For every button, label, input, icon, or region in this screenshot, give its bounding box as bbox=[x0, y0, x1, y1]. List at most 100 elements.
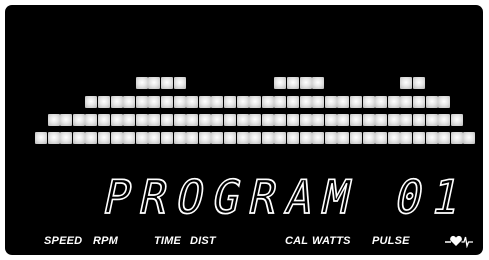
speed-indicator: SPEED bbox=[44, 235, 83, 247]
matrix-cell bbox=[186, 132, 199, 144]
matrix-cell bbox=[413, 114, 425, 126]
matrix-cell bbox=[173, 132, 186, 144]
matrix-cell bbox=[287, 132, 299, 144]
matrix-cell bbox=[173, 96, 186, 108]
matrix-cell bbox=[400, 114, 413, 126]
matrix-cell bbox=[450, 114, 463, 126]
pulse-indicator: PULSE bbox=[372, 235, 410, 247]
matrix-cell bbox=[287, 77, 299, 89]
matrix-cell bbox=[413, 96, 425, 108]
matrix-cell bbox=[299, 132, 312, 144]
matrix-cell bbox=[85, 96, 98, 108]
matrix-cell bbox=[387, 132, 400, 144]
matrix-cell bbox=[47, 132, 60, 144]
matrix-cell bbox=[186, 114, 199, 126]
matrix-cell bbox=[337, 96, 350, 108]
matrix-cell bbox=[299, 96, 312, 108]
matrix-cell bbox=[350, 96, 362, 108]
matrix-cell bbox=[72, 132, 85, 144]
matrix-cell bbox=[85, 114, 98, 126]
matrix-cell bbox=[400, 77, 413, 89]
matrix-cell bbox=[148, 114, 161, 126]
matrix-cell bbox=[173, 114, 186, 126]
matrix-cell bbox=[98, 114, 110, 126]
heart-pulse-icon bbox=[445, 235, 473, 248]
matrix-cell bbox=[425, 114, 438, 126]
matrix-cell bbox=[148, 132, 161, 144]
matrix-cell bbox=[425, 96, 438, 108]
matrix-cell bbox=[135, 114, 148, 126]
matrix-cell bbox=[274, 96, 287, 108]
matrix-cell bbox=[438, 132, 451, 144]
matrix-cell bbox=[450, 132, 463, 144]
matrix-cell bbox=[236, 132, 249, 144]
matrix-cell bbox=[274, 77, 287, 89]
matrix-cell bbox=[224, 96, 236, 108]
matrix-cell bbox=[287, 96, 299, 108]
matrix-cell bbox=[47, 114, 60, 126]
matrix-cell bbox=[60, 114, 73, 126]
matrix-cell bbox=[35, 132, 47, 144]
matrix-cell bbox=[135, 96, 148, 108]
matrix-cell bbox=[261, 96, 274, 108]
matrix-cell bbox=[211, 114, 224, 126]
matrix-cell bbox=[198, 96, 211, 108]
matrix-cell bbox=[375, 114, 388, 126]
matrix-cell bbox=[148, 96, 161, 108]
matrix-cell bbox=[123, 114, 136, 126]
matrix-cell bbox=[85, 132, 98, 144]
matrix-cell bbox=[161, 132, 173, 144]
matrix-cell bbox=[324, 114, 337, 126]
matrix-cell bbox=[161, 114, 173, 126]
time-indicator: TIME bbox=[154, 235, 182, 247]
matrix-cell bbox=[236, 114, 249, 126]
matrix-cell bbox=[337, 132, 350, 144]
matrix-cell bbox=[413, 77, 425, 89]
matrix-cell bbox=[413, 132, 425, 144]
matrix-cell bbox=[400, 132, 413, 144]
matrix-cell bbox=[98, 96, 110, 108]
matrix-cell bbox=[224, 132, 236, 144]
matrix-cell bbox=[224, 114, 236, 126]
matrix-cell bbox=[312, 132, 325, 144]
program-message: PROGRAM 01 bbox=[98, 170, 476, 225]
matrix-cell bbox=[287, 114, 299, 126]
matrix-cell bbox=[211, 132, 224, 144]
matrix-cell bbox=[350, 114, 362, 126]
matrix-cell bbox=[350, 132, 362, 144]
matrix-cell bbox=[148, 77, 161, 89]
matrix-cell bbox=[123, 132, 136, 144]
rpm-indicator: RPM bbox=[93, 235, 119, 247]
matrix-cell bbox=[375, 96, 388, 108]
matrix-cell bbox=[337, 114, 350, 126]
matrix-cell bbox=[135, 77, 148, 89]
matrix-cell bbox=[438, 96, 451, 108]
matrix-cell bbox=[186, 96, 199, 108]
matrix-cell bbox=[161, 96, 173, 108]
matrix-cell bbox=[299, 114, 312, 126]
matrix-cell bbox=[110, 96, 123, 108]
matrix-cell bbox=[400, 96, 413, 108]
matrix-cell bbox=[98, 132, 110, 144]
matrix-cell bbox=[274, 132, 287, 144]
matrix-cell bbox=[123, 96, 136, 108]
matrix-cell bbox=[211, 96, 224, 108]
matrix-cell bbox=[60, 132, 73, 144]
matrix-cell bbox=[236, 96, 249, 108]
matrix-cell bbox=[362, 96, 375, 108]
matrix-cell bbox=[362, 132, 375, 144]
matrix-cell bbox=[438, 114, 451, 126]
matrix-cell bbox=[463, 132, 476, 144]
matrix-cell bbox=[312, 96, 325, 108]
matrix-cell bbox=[161, 77, 173, 89]
matrix-cell bbox=[198, 114, 211, 126]
matrix-cell bbox=[299, 77, 312, 89]
matrix-cell bbox=[173, 77, 186, 89]
dist-indicator: DIST bbox=[190, 235, 216, 247]
matrix-cell bbox=[261, 114, 274, 126]
matrix-cell bbox=[375, 132, 388, 144]
matrix-cell bbox=[110, 132, 123, 144]
matrix-cell bbox=[249, 114, 262, 126]
matrix-cell bbox=[324, 132, 337, 144]
matrix-cell bbox=[312, 77, 325, 89]
